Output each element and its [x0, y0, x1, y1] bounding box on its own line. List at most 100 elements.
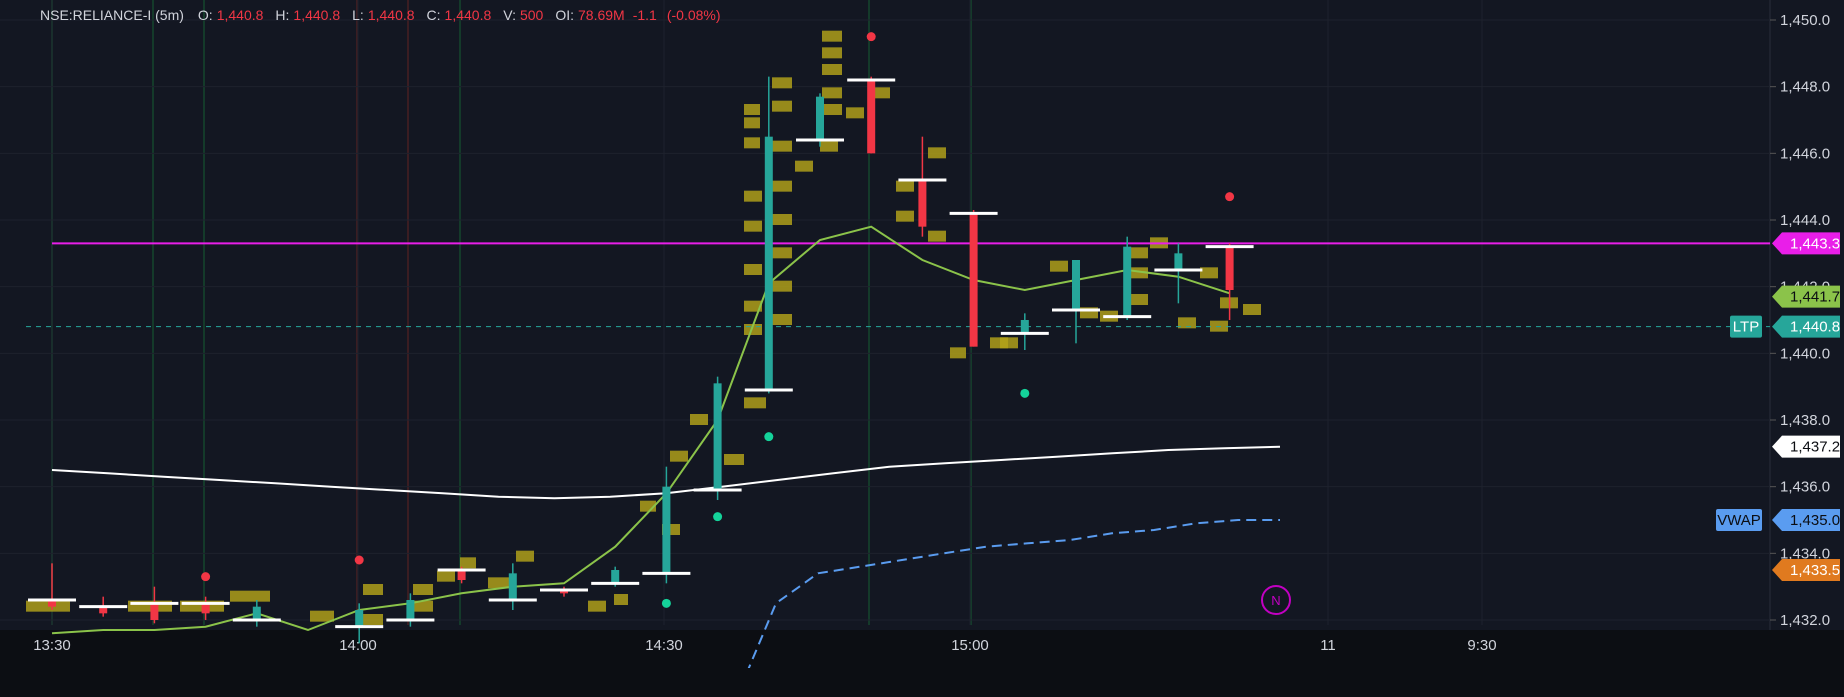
- volume-profile-bar: [1243, 304, 1261, 315]
- volume-profile-bar: [744, 397, 766, 409]
- volume-profile-bar: [822, 64, 842, 75]
- candle-body: [816, 96, 824, 140]
- volume-profile-bar: [1130, 247, 1148, 259]
- candle-body: [611, 570, 620, 584]
- open-value: 1,440.8: [216, 7, 264, 23]
- vwap-tag: VWAP: [1717, 512, 1761, 529]
- candle-body: [252, 606, 261, 620]
- candle-body: [406, 600, 415, 620]
- volume-profile-bar: [744, 264, 762, 275]
- volume-profile-bar: [588, 600, 606, 612]
- ema-badge: 1,441.7: [1790, 289, 1840, 306]
- volume-profile-bar: [822, 104, 842, 115]
- y-tick-label: 1,448.0: [1780, 79, 1830, 96]
- ltp-badge: 1,440.8: [1790, 319, 1840, 336]
- x-tick-label: 15:00: [951, 637, 989, 654]
- candle-body: [1225, 246, 1234, 290]
- candle-body: [662, 486, 671, 574]
- volume-profile-bar: [363, 614, 383, 625]
- volume-profile-bar: [822, 47, 842, 59]
- volume-profile-bar: [950, 347, 966, 359]
- bottom-strip: [0, 668, 1844, 697]
- y-tick-label: 1,444.0: [1780, 212, 1830, 229]
- candle-body: [150, 603, 159, 620]
- candle-body: [508, 573, 517, 600]
- x-tick-label: 13:30: [33, 637, 71, 654]
- volume-profile-bar: [744, 117, 760, 129]
- signal-dot: [354, 555, 364, 565]
- resistance-badge: 1,443.3: [1790, 235, 1840, 252]
- close-label: C:: [426, 7, 441, 23]
- vwap-badge: 1,435.0: [1790, 512, 1840, 529]
- signal-dot: [1225, 192, 1235, 202]
- volume-profile-bar: [413, 584, 433, 595]
- open-label: O:: [197, 7, 213, 23]
- volume-profile-bar: [437, 570, 455, 582]
- volume-profile-bar: [230, 590, 270, 602]
- ltp-tag: LTP: [1733, 319, 1759, 336]
- chart-root: 1,450.01,448.01,446.01,444.01,442.01,440…: [0, 0, 1844, 697]
- y-tick-label: 1,450.0: [1780, 12, 1830, 29]
- ohlc-legend: NSE:RELIANCE-I (5m) O: 1,440.8 H: 1,440.8 …: [40, 6, 725, 24]
- y-tick-label: 1,438.0: [1780, 412, 1830, 429]
- candle-body: [918, 180, 927, 227]
- symbol-label[interactable]: NSE:RELIANCE-I (5m): [40, 7, 184, 23]
- candle-body: [867, 80, 876, 154]
- oi-label: OI:: [555, 7, 575, 23]
- candle-body: [1123, 246, 1132, 317]
- volume-profile-bar: [1130, 294, 1148, 305]
- low-value: 1,440.8: [367, 7, 415, 23]
- candle-body: [1072, 260, 1080, 310]
- volume-profile-bar: [614, 594, 628, 605]
- volume-profile-bar: [1200, 267, 1218, 279]
- volume-profile-bar: [772, 100, 792, 112]
- volume-value: 500: [519, 7, 544, 23]
- signal-dot: [764, 432, 774, 442]
- volume-profile-bar: [1000, 337, 1018, 349]
- price-chart[interactable]: 1,450.01,448.01,446.01,444.01,442.01,440…: [0, 0, 1844, 668]
- volume-profile-bar: [772, 180, 792, 192]
- volume-profile-bar: [744, 104, 760, 115]
- oi-value: 78.69M: [578, 7, 625, 23]
- y-tick-label: 1,446.0: [1780, 145, 1830, 162]
- volume-profile-bar: [744, 220, 762, 232]
- x-tick-label: 14:30: [645, 637, 683, 654]
- change-percent: (-0.08%): [666, 7, 721, 23]
- volume-profile-bar: [690, 414, 708, 425]
- candle-body: [969, 213, 978, 347]
- volume-profile-bar: [772, 280, 792, 292]
- volume-profile-bar: [310, 610, 334, 622]
- y-tick-label: 1,432.0: [1780, 612, 1830, 629]
- volume-profile-bar: [724, 454, 744, 465]
- signal-dot: [713, 512, 723, 522]
- candle-body: [1174, 253, 1183, 270]
- x-tick-label: 11: [1320, 637, 1336, 654]
- volume-profile-bar: [896, 180, 914, 192]
- x-tick-label: 14:00: [339, 637, 377, 654]
- volume-profile-bar: [896, 210, 914, 222]
- volume-profile-bar: [772, 214, 792, 225]
- y-tick-label: 1,436.0: [1780, 479, 1830, 496]
- volume-profile-bar: [670, 450, 688, 462]
- volume-profile-bar: [772, 247, 792, 259]
- volume-profile-bar: [744, 137, 760, 149]
- candle-body: [713, 383, 722, 490]
- candle-body: [355, 610, 364, 627]
- volume-profile-bar: [772, 314, 792, 325]
- volume-profile-bar: [1050, 260, 1068, 272]
- high-label: H:: [275, 7, 290, 23]
- volume-profile-bar: [772, 77, 792, 89]
- x-tick-label: 9:30: [1467, 637, 1496, 654]
- candle-body: [764, 136, 773, 390]
- volume-profile-bar: [772, 140, 792, 152]
- volume-label: V:: [503, 7, 516, 23]
- volume-profile-bar: [820, 140, 838, 152]
- ma-badge: 1,437.2: [1790, 439, 1840, 456]
- y-tick-label: 1,440.0: [1780, 345, 1830, 362]
- signal-dot: [661, 598, 671, 608]
- signal-dot: [201, 572, 211, 582]
- volume-profile-bar: [363, 584, 383, 595]
- volume-profile-bar: [822, 30, 842, 42]
- news-marker-label: N: [1271, 593, 1280, 608]
- high-value: 1,440.8: [293, 7, 341, 23]
